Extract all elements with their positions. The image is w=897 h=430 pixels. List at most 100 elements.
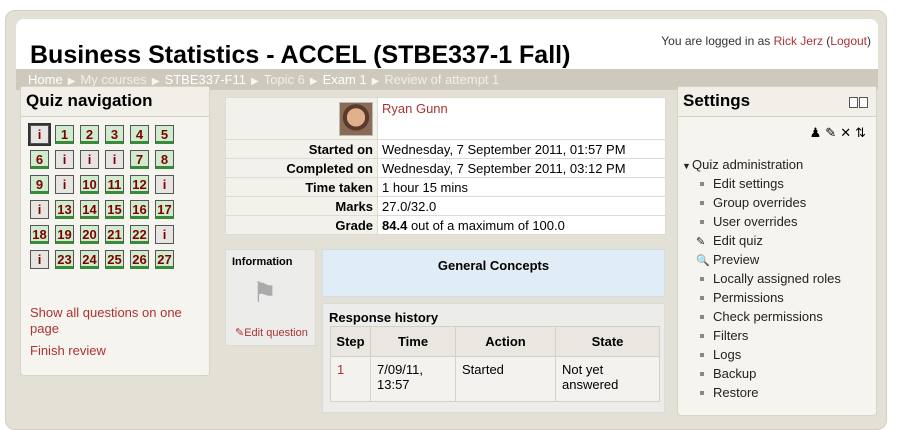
page-title: Business Statistics - ACCEL (STBE337-1 F…	[30, 41, 571, 69]
quiz-nav-button[interactable]: 8	[155, 150, 174, 169]
quiz-nav-button[interactable]: 15	[105, 200, 124, 219]
quiz-nav-button[interactable]: i	[55, 150, 74, 169]
bullet-icon	[700, 371, 704, 376]
grade-value: 84.4	[382, 217, 408, 233]
preview-icon: 🔍	[696, 255, 710, 267]
settings-item-logs[interactable]: Logs	[682, 347, 741, 365]
settings-item-permissions[interactable]: Permissions	[682, 290, 784, 308]
quiz-nav-button[interactable]: 19	[55, 225, 74, 244]
quiz-nav-button[interactable]: 6	[30, 150, 49, 169]
quiz-nav-button[interactable]: i	[105, 150, 124, 169]
settings-item-restore[interactable]: Restore	[682, 385, 759, 403]
breadcrumb-topic[interactable]: Topic 6	[264, 72, 305, 87]
edit-icon[interactable]: ✎	[825, 125, 836, 140]
settings-item-user-overrides[interactable]: User overrides	[682, 214, 798, 232]
summary-value: Wednesday, 7 September 2011, 03:12 PM	[377, 158, 666, 178]
quiz-administration-node[interactable]: ▼Quiz administration	[682, 157, 803, 175]
quiz-nav-button[interactable]: i	[28, 123, 51, 146]
settings-item-edit-quiz[interactable]: ✎ Edit quiz	[682, 233, 763, 251]
finish-review-link[interactable]: Finish review	[30, 343, 106, 358]
quiz-nav-button[interactable]: i	[155, 175, 174, 194]
quiz-nav-button[interactable]: 13	[55, 200, 74, 219]
quiz-nav-button[interactable]: 27	[155, 250, 174, 269]
user-avatar[interactable]	[339, 101, 373, 136]
quiz-navigation-title: Quiz navigation	[21, 87, 209, 117]
history-row: 1 7/09/11, 13:57 Started Not yet answere…	[330, 356, 660, 402]
bullet-icon	[700, 390, 704, 395]
quiz-nav-button[interactable]: 4	[130, 125, 149, 144]
summary-user-cell: Ryan Gunn	[377, 97, 666, 140]
settings-item-group-overrides[interactable]: Group overrides	[682, 195, 806, 213]
move-icon[interactable]: ⇅	[855, 125, 866, 140]
settings-item-label: Edit settings	[713, 176, 784, 191]
settings-item-check-permissions[interactable]: Check permissions	[682, 309, 823, 327]
summary-label: Completed on	[225, 158, 378, 178]
user-name-link[interactable]: Ryan Gunn	[382, 101, 448, 116]
settings-item-backup[interactable]: Backup	[682, 366, 756, 384]
quiz-nav-button[interactable]: 9	[30, 175, 49, 194]
dock-icon[interactable]	[849, 97, 858, 108]
user-link[interactable]: Rick Jerz	[774, 34, 823, 48]
history-step[interactable]: 1	[330, 356, 371, 402]
roles-icon[interactable]: ♟	[810, 125, 822, 140]
summary-row: Completed on Wednesday, 7 September 2011,…	[225, 158, 666, 178]
settings-item-label: Edit quiz	[713, 233, 763, 248]
settings-item-label: Check permissions	[713, 309, 823, 324]
settings-item-filters[interactable]: Filters	[682, 328, 748, 346]
login-prefix: You are logged in as	[661, 34, 771, 48]
quiz-navigation-block: Quiz navigation i 1 2 3 4 5 6 i i i 7 8 9 i 10 11 12 i i 13…	[20, 86, 210, 376]
edit-quiz-icon: ✎	[696, 236, 706, 248]
quiz-nav-button[interactable]: i	[30, 250, 49, 269]
settings-block: Settings ♟ ✎ ✕ ⇅ ▼Quiz administration Edit …	[677, 86, 877, 416]
summary-value: 1 hour 15 mins	[377, 177, 666, 197]
flag-icon[interactable]: ⚑	[252, 276, 277, 309]
quiz-nav-button[interactable]: 24	[80, 250, 99, 269]
quiz-nav-button[interactable]: 18	[30, 225, 49, 244]
delete-icon[interactable]: ✕	[840, 125, 851, 140]
quiz-nav-button[interactable]: 23	[55, 250, 74, 269]
history-header-row: Step Time Action State	[330, 326, 660, 357]
quiz-nav-button[interactable]: 12	[130, 175, 149, 194]
quiz-nav-button[interactable]: 17	[155, 200, 174, 219]
quiz-nav-button[interactable]: i	[155, 225, 174, 244]
grade-label: Grade	[225, 215, 378, 235]
edit-question-label: Edit question	[244, 327, 308, 339]
breadcrumb-my-courses[interactable]: My courses	[80, 72, 146, 87]
show-all-questions-link[interactable]: Show all questions on one page	[30, 305, 200, 337]
settings-item-preview[interactable]: 🔍 Preview	[682, 252, 759, 270]
quiz-nav-button[interactable]: 26	[130, 250, 149, 269]
breadcrumb-separator-icon: ▶	[371, 76, 380, 87]
settings-item-edit-settings[interactable]: Edit settings	[682, 176, 784, 194]
breadcrumb-exam[interactable]: Exam 1	[323, 72, 367, 87]
quiz-nav-button[interactable]: 16	[130, 200, 149, 219]
response-history-table: Step Time Action State 1 7/09/11, 13:57 …	[330, 326, 660, 402]
history-header: Time	[370, 326, 456, 357]
quiz-nav-button[interactable]: i	[55, 175, 74, 194]
quiz-nav-button[interactable]: 25	[105, 250, 124, 269]
settings-item-label: Backup	[713, 366, 757, 381]
quiz-nav-button[interactable]: 3	[105, 125, 124, 144]
quiz-nav-button[interactable]: 10	[80, 175, 99, 194]
quiz-nav-button[interactable]: 5	[155, 125, 174, 144]
quiz-nav-button[interactable]: i	[80, 150, 99, 169]
logout-link[interactable]: Logout	[830, 34, 867, 48]
breadcrumb-separator-icon: ▶	[250, 76, 259, 87]
quiz-nav-button[interactable]: 2	[80, 125, 99, 144]
summary-avatar-cell	[225, 97, 378, 140]
hide-block-icon[interactable]	[859, 97, 868, 108]
settings-item-label: User overrides	[713, 214, 798, 229]
quiz-nav-button[interactable]: 1	[55, 125, 74, 144]
quiz-nav-button[interactable]: 22	[130, 225, 149, 244]
quiz-nav-button[interactable]: 11	[105, 175, 124, 194]
quiz-nav-button[interactable]: 20	[80, 225, 99, 244]
settings-item-label: Group overrides	[713, 195, 807, 210]
settings-item-locally-assigned-roles[interactable]: Locally assigned roles	[682, 271, 841, 289]
quiz-nav-button[interactable]: 7	[130, 150, 149, 169]
breadcrumb-course[interactable]: STBE337-F11	[165, 72, 246, 87]
breadcrumb-home[interactable]: Home	[28, 72, 63, 87]
quiz-nav-button[interactable]: 21	[105, 225, 124, 244]
summary-label: Started on	[225, 139, 378, 159]
quiz-nav-button[interactable]: i	[30, 200, 49, 219]
quiz-nav-button[interactable]: 14	[80, 200, 99, 219]
edit-question-link[interactable]: ✎Edit question	[235, 326, 308, 339]
